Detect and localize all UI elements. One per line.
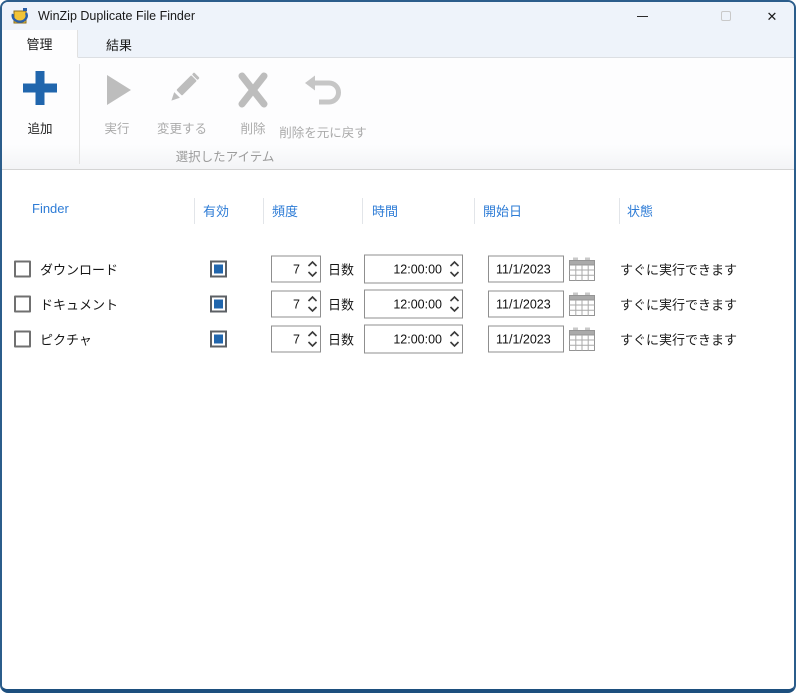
frequency-spinner[interactable]: 7 — [271, 255, 321, 283]
status-text: すぐに実行できます — [620, 297, 738, 313]
spinner-chevrons-icon[interactable] — [304, 330, 320, 349]
undo-icon — [304, 64, 342, 108]
maximize-icon — [721, 11, 731, 21]
start-date-field[interactable]: 11/1/2023 — [488, 255, 564, 283]
start-date-field[interactable]: 11/1/2023 — [488, 290, 564, 318]
add-button-label: 追加 — [27, 122, 53, 136]
pencil-icon — [164, 64, 200, 108]
tab-results[interactable]: 結果 — [78, 30, 160, 58]
change-button[interactable]: 変更する — [150, 64, 214, 148]
frequency-value: 7 — [293, 332, 300, 346]
undo-delete-button-label: 削除を元に戻す — [279, 126, 367, 140]
ribbon-toolbar: 追加 実行 変更する 削除 削除を元に戻す 選択したアイテム — [2, 58, 794, 170]
calendar-icon[interactable] — [569, 292, 595, 316]
time-value: 12:00:00 — [393, 262, 442, 276]
close-button[interactable]: ✕ — [749, 2, 794, 30]
finder-name: ドキュメント — [40, 297, 119, 313]
enabled-checkbox[interactable] — [210, 260, 227, 278]
tab-results-label: 結果 — [105, 37, 132, 53]
time-spinner[interactable]: 12:00:00 — [364, 254, 463, 284]
toolbar-separator — [79, 64, 80, 164]
window-title: WinZip Duplicate File Finder — [38, 9, 195, 23]
add-button[interactable]: 追加 — [8, 64, 72, 148]
change-button-label: 変更する — [156, 122, 207, 136]
run-button-label: 実行 — [104, 122, 130, 136]
x-icon — [236, 64, 270, 108]
frequency-spinner[interactable]: 7 — [271, 290, 321, 318]
main-content: Finder 有効 頻度 時間 開始日 状態 ダウンロード 7 日数 12:00… — [2, 171, 794, 689]
tab-manage-label: 管理 — [26, 37, 53, 52]
play-icon — [100, 64, 134, 108]
spinner-chevrons-icon[interactable] — [304, 295, 320, 314]
winzip-app-icon — [11, 8, 28, 24]
row-select-checkbox[interactable] — [14, 330, 31, 348]
frequency-value: 7 — [293, 297, 300, 311]
finder-name: ピクチャ — [40, 332, 92, 348]
enabled-checkbox-fill — [214, 334, 223, 344]
header-separator — [263, 198, 264, 224]
spinner-chevrons-icon[interactable] — [446, 330, 462, 349]
table-row: ピクチャ 7 日数 12:00:00 11/1/2023 すぐに実行できます — [2, 322, 794, 356]
frequency-value: 7 — [293, 262, 300, 276]
maximize-button[interactable] — [703, 2, 749, 30]
tab-manage[interactable]: 管理 — [2, 30, 78, 58]
tab-strip: 管理 結果 — [2, 30, 794, 58]
row-select-checkbox[interactable] — [14, 260, 31, 278]
header-separator — [362, 198, 363, 224]
time-value: 12:00:00 — [393, 297, 442, 311]
days-label: 日数 — [328, 262, 355, 278]
start-date-value: 11/1/2023 — [496, 297, 551, 311]
calendar-icon[interactable] — [569, 257, 595, 281]
header-separator — [619, 198, 620, 224]
close-icon: ✕ — [766, 8, 778, 24]
status-text: すぐに実行できます — [620, 262, 738, 278]
enabled-checkbox-fill — [214, 264, 223, 274]
calendar-icon[interactable] — [569, 327, 595, 351]
row-select-checkbox[interactable] — [14, 295, 31, 313]
header-separator — [474, 198, 475, 224]
header-frequency: 頻度 — [272, 204, 299, 219]
delete-button[interactable]: 削除 — [221, 64, 285, 148]
plus-icon — [20, 64, 60, 108]
start-date-value: 11/1/2023 — [496, 262, 551, 276]
header-time: 時間 — [372, 204, 399, 219]
finder-name: ダウンロード — [40, 262, 119, 278]
minimize-icon — [636, 15, 648, 17]
spinner-chevrons-icon[interactable] — [446, 260, 462, 279]
time-value: 12:00:00 — [393, 332, 442, 346]
header-finder: Finder — [32, 201, 69, 216]
time-spinner[interactable]: 12:00:00 — [364, 289, 463, 319]
header-enabled: 有効 — [203, 204, 230, 219]
frequency-spinner[interactable]: 7 — [271, 325, 321, 353]
table-row: ドキュメント 7 日数 12:00:00 11/1/2023 すぐに実行できます — [2, 287, 794, 321]
app-window: WinZip Duplicate File Finder ✕ 管理 結果 追加 … — [0, 0, 796, 693]
selected-items-group-label: 選択したアイテム — [175, 150, 275, 164]
spinner-chevrons-icon[interactable] — [304, 260, 320, 279]
table-header: Finder 有効 頻度 時間 開始日 状態 — [2, 198, 794, 225]
spinner-chevrons-icon[interactable] — [446, 295, 462, 314]
delete-button-label: 削除 — [240, 122, 266, 136]
time-spinner[interactable]: 12:00:00 — [364, 324, 463, 354]
start-date-field[interactable]: 11/1/2023 — [488, 325, 564, 353]
enabled-checkbox[interactable] — [210, 295, 227, 313]
table-row: ダウンロード 7 日数 12:00:00 11/1/2023 すぐに実行できます — [2, 252, 794, 286]
days-label: 日数 — [328, 297, 355, 313]
title-bar: WinZip Duplicate File Finder ✕ — [2, 2, 794, 30]
enabled-checkbox[interactable] — [210, 330, 227, 348]
header-startdate: 開始日 — [483, 204, 523, 219]
undo-delete-button[interactable]: 削除を元に戻す — [279, 64, 367, 148]
run-button[interactable]: 実行 — [85, 64, 149, 148]
header-separator — [194, 198, 195, 224]
minimize-button[interactable] — [619, 2, 665, 30]
status-text: すぐに実行できます — [620, 332, 738, 348]
days-label: 日数 — [328, 332, 355, 348]
start-date-value: 11/1/2023 — [496, 332, 551, 346]
enabled-checkbox-fill — [214, 299, 223, 309]
header-status: 状態 — [627, 204, 654, 219]
